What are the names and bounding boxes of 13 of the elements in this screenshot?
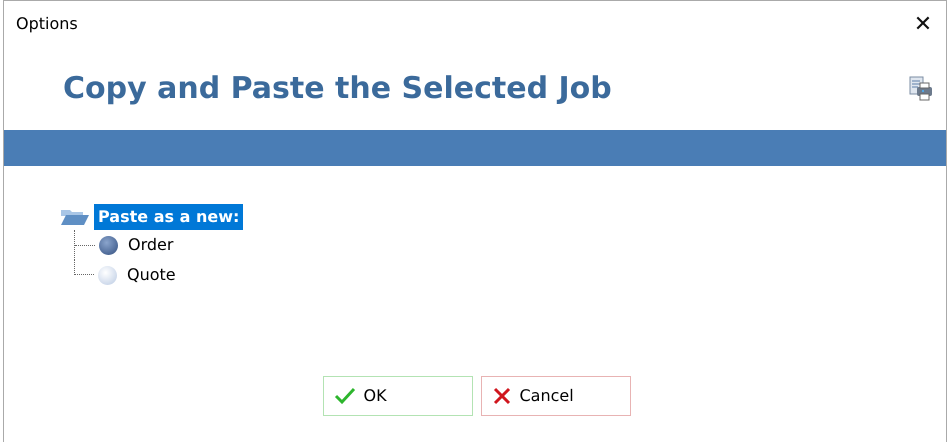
radio-label[interactable]: Quote [127, 263, 176, 287]
close-button[interactable]: ✕ [900, 1, 946, 47]
checkmark-icon [334, 387, 356, 405]
radio-button[interactable] [99, 236, 118, 254]
ok-button[interactable]: OK [322, 376, 472, 416]
cancel-button[interactable]: Cancel [480, 376, 630, 416]
x-icon [492, 386, 512, 406]
print-preview-icon[interactable] [908, 76, 934, 102]
radio-button[interactable] [98, 266, 117, 284]
window-title: Options [16, 13, 78, 35]
tree-node[interactable]: Paste as a new: [94, 204, 244, 230]
radio-label[interactable]: Order [128, 233, 174, 257]
header-title: Copy and Paste the Selected Job [63, 70, 612, 106]
